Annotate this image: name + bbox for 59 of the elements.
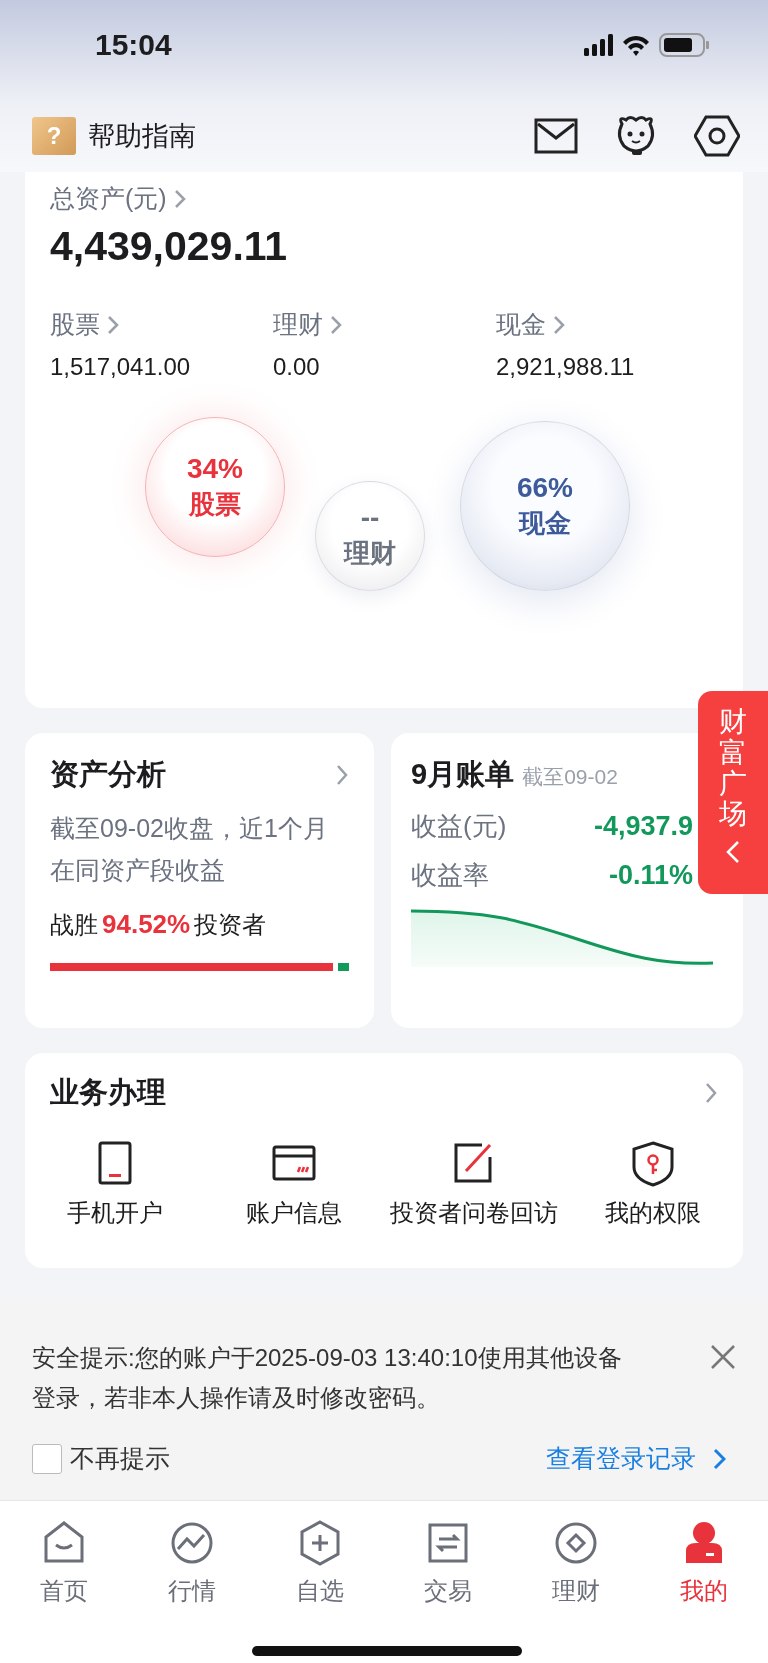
tab-bar-item[interactable]: 自选 xyxy=(256,1519,384,1619)
card-title: 业务办理 xyxy=(50,1075,166,1110)
chevron-icon xyxy=(552,313,566,336)
tab-bar-item[interactable]: 行情 xyxy=(128,1519,256,1619)
bill-label: 收益率 xyxy=(411,859,489,892)
allocation-percent: -- xyxy=(360,501,380,534)
allocation-percent: 34% xyxy=(186,452,243,485)
chevron-icon xyxy=(712,1446,726,1471)
battery-icon xyxy=(659,33,710,57)
category-value: 1,517,041.00 xyxy=(50,353,192,381)
tab-bar-item[interactable]: 交易 xyxy=(384,1519,512,1619)
service-item[interactable]: 投资者问卷回访 xyxy=(384,1141,564,1229)
settings-icon[interactable] xyxy=(694,114,740,158)
tab-bar-item[interactable]: 首页 xyxy=(0,1519,128,1619)
checkbox[interactable] xyxy=(32,1443,62,1474)
category-label[interactable]: 现金 xyxy=(496,308,546,341)
signal-icon xyxy=(584,34,613,56)
chevron-icon xyxy=(329,313,343,336)
allocation-percent: 66% xyxy=(516,471,573,504)
allocation-label: 股票 xyxy=(189,487,241,521)
status-time: 15:04 xyxy=(95,28,172,62)
service-item[interactable]: 手机开户 xyxy=(25,1141,205,1229)
wifi-icon xyxy=(621,34,651,56)
category-label[interactable]: 理财 xyxy=(273,308,323,341)
total-assets-link[interactable]: 总资产(元) xyxy=(50,182,187,215)
chevron-icon xyxy=(704,1081,718,1105)
card-title: 资产分析 xyxy=(50,757,166,792)
close-icon[interactable] xyxy=(710,1344,736,1370)
result-text: 战胜 xyxy=(50,910,98,940)
chevron-icon xyxy=(172,187,187,210)
category-value: 2,921,988.11 xyxy=(496,353,636,381)
card-title: 9月账单 xyxy=(411,757,515,792)
bill-label: 收益(元) xyxy=(411,810,507,843)
bill-date: 截至09-02 xyxy=(522,764,618,790)
checkbox-label[interactable]: 不再提示 xyxy=(70,1442,170,1475)
chevron-icon xyxy=(335,763,349,787)
mail-icon[interactable] xyxy=(534,118,578,154)
collapse-chevron-icon[interactable] xyxy=(724,840,742,865)
allocation-label: 理财 xyxy=(344,536,396,570)
bill-value: -4,937.9 xyxy=(593,811,693,842)
category-value: 0.00 xyxy=(273,353,321,381)
help-guide-link[interactable]: 帮助指南 xyxy=(88,118,196,154)
category-label[interactable]: 股票 xyxy=(50,308,100,341)
beat-percent: 94.52% xyxy=(102,909,191,940)
bill-value: -0.11% xyxy=(608,860,693,891)
security-message: 安全提示:您的账户于2025-09-03 13:40:10使用其他设备登录，若非本人操作请及时修改密码。 xyxy=(32,1343,623,1413)
allocation-label: 现金 xyxy=(519,506,571,540)
analysis-description: 截至09-02收盘，近1个月在同资产段收益 xyxy=(50,813,329,886)
tab-bar-item[interactable]: 理财 xyxy=(512,1519,640,1619)
total-assets-value: 4,439,029.11 xyxy=(50,223,289,270)
tab-bar-item[interactable]: 我的 xyxy=(640,1519,768,1619)
chevron-icon xyxy=(106,313,120,336)
login-records-link[interactable]: 查看登录记录 xyxy=(546,1442,726,1475)
service-item[interactable]: 我的权限 xyxy=(563,1141,743,1229)
total-assets-label: 总资产(元) xyxy=(50,183,167,214)
wealth-plaza-tab[interactable]: 财富广场 xyxy=(698,691,768,894)
result-text: 投资者 xyxy=(194,910,267,940)
asset-analysis-card[interactable]: 资产分析 截至09-02收盘，近1个月在同资产段收益 战胜 94.52%投资者 xyxy=(25,733,374,1028)
service-item[interactable]: 账户信息 xyxy=(204,1141,384,1229)
